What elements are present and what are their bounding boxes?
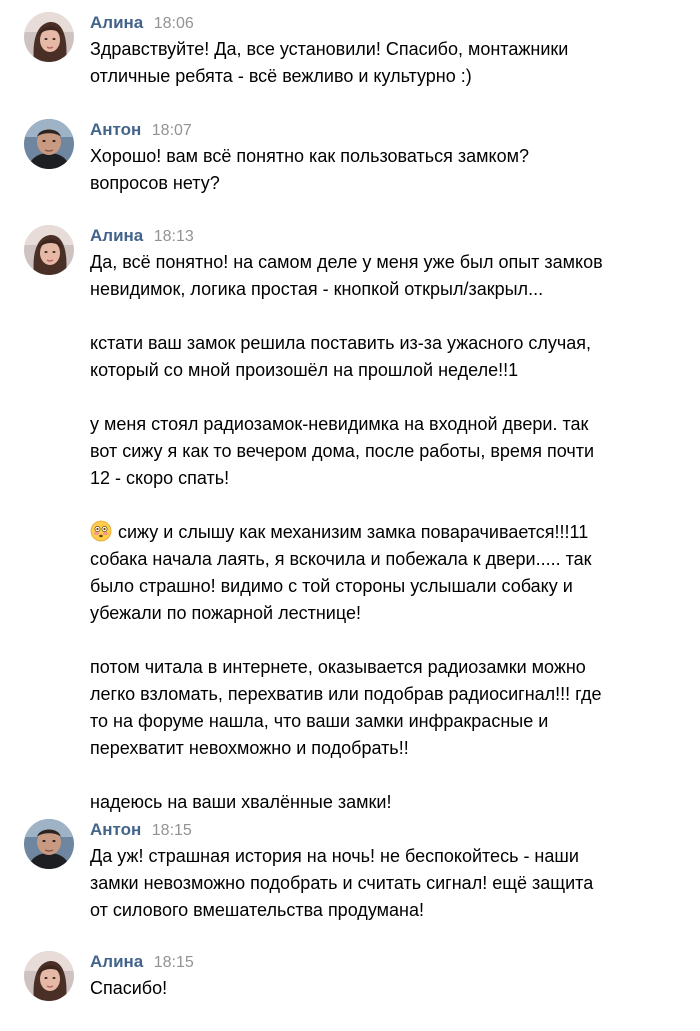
message-paragraph: Спасибо! [90,978,168,998]
alina-avatar-icon [24,951,74,1001]
alina-avatar-icon [24,225,74,275]
message-paragraph: у меня стоял радиозамок-невидимка на вхо… [90,414,595,488]
message-text: Здравствуйте! Да, все установили! Спасиб… [90,36,690,90]
message-time: 18:13 [153,228,194,245]
flushed-face-emoji-icon [90,520,112,542]
anton-avatar-icon [24,119,74,169]
author-name[interactable]: Алина [90,952,143,971]
message-header: Антон 18:15 [90,819,192,841]
message-header: Алина 18:15 [90,951,194,973]
message-paragraph: Да, всё понятно! на самом деле у меня уж… [90,252,603,299]
alina-avatar-icon [24,12,74,62]
message-text: Да, всё понятно! на самом деле у меня уж… [90,249,690,816]
message-header: Алина 18:06 [90,12,194,34]
message-paragraph: кстати ваш замок решила поставить из-за … [90,333,592,380]
message-text: Хорошо! вам всё понятно как пользоваться… [90,143,690,197]
anton-avatar-icon [24,819,74,869]
message-paragraph: Хорошо! вам всё понятно как пользоваться… [90,146,529,193]
message-paragraph-with-emoji: сижу и слышу как механизим замка поварач… [90,519,690,627]
message-time: 18:15 [151,822,192,839]
author-name[interactable]: Алина [90,226,143,245]
author-name[interactable]: Алина [90,13,143,32]
avatar[interactable] [24,12,74,62]
message-paragraph: надеюсь на ваши хвалённые замки! [90,792,392,812]
message-text: Да уж! страшная история на ночь! не бесп… [90,843,690,924]
message-paragraph-text: сижу и слышу как механизим замка поварач… [90,522,592,623]
message-text: Спасибо! [90,975,690,1002]
message-paragraph: потом читала в интернете, оказывается ра… [90,657,602,758]
message-header: Антон 18:07 [90,119,192,141]
avatar[interactable] [24,819,74,869]
avatar[interactable] [24,119,74,169]
message-paragraph: Здравствуйте! Да, все установили! Спасиб… [90,39,569,86]
author-name[interactable]: Антон [90,120,141,139]
message-time: 18:15 [153,954,194,971]
author-name[interactable]: Антон [90,820,141,839]
message-header: Алина 18:13 [90,225,194,247]
avatar[interactable] [24,225,74,275]
message-time: 18:07 [151,122,192,139]
message-paragraph: Да уж! страшная история на ночь! не бесп… [90,846,594,920]
message-time: 18:06 [153,15,194,32]
avatar[interactable] [24,951,74,1001]
